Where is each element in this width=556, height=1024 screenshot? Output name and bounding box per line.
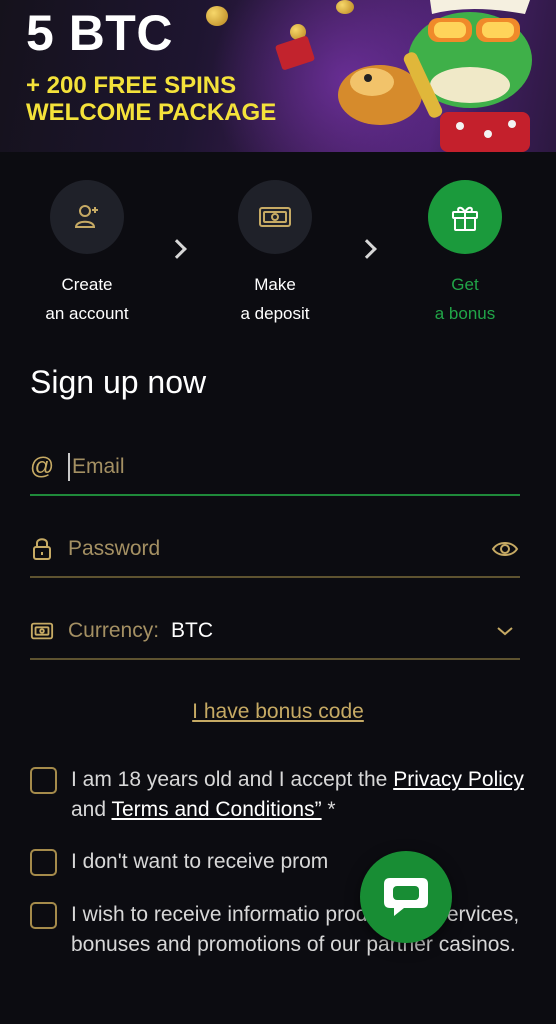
currency-value: BTC — [171, 619, 214, 642]
frog-mascot-illustration — [338, 0, 532, 152]
wallet-icon — [30, 619, 54, 643]
bonus-code-link[interactable]: I have bonus code — [0, 700, 556, 724]
currency-label: Currency: — [68, 619, 160, 642]
email-input[interactable] — [72, 455, 520, 479]
age-consent-prefix: I am 18 years old and I accept the — [71, 768, 394, 791]
step-label-line2: an account — [45, 304, 129, 323]
eye-icon[interactable] — [490, 534, 520, 564]
currency-select[interactable]: Currency: BTC — [30, 604, 520, 660]
terms-link[interactable]: Terms and Conditions” — [112, 798, 322, 821]
bonus-promo-text: + 200 FREE SPINS WELCOME PACKAGE — [26, 72, 276, 126]
text-cursor — [68, 453, 70, 481]
step-circle — [238, 180, 312, 254]
signup-title: Sign up now — [30, 364, 207, 400]
step-create-account: Create an account — [12, 180, 162, 328]
gift-icon — [452, 206, 478, 231]
step-label-line2: a bonus — [434, 304, 496, 323]
signup-steps: Create an account Make a deposit Get a b… — [0, 180, 556, 330]
coin-decoration — [206, 6, 228, 26]
required-mark: * — [321, 798, 336, 821]
lock-icon — [30, 537, 54, 561]
banknote-icon — [259, 207, 291, 227]
partner-info-checkbox[interactable] — [30, 902, 57, 929]
promo-line-1: + 200 FREE SPINS — [26, 72, 237, 99]
promo-optout-text: I don't want to receive prom — [71, 850, 329, 873]
at-sign-icon: @ — [29, 453, 55, 480]
step-circle-active — [428, 180, 502, 254]
step-circle — [50, 180, 124, 254]
privacy-policy-link[interactable]: Privacy Policy — [393, 768, 524, 791]
chevron-right-icon — [167, 239, 187, 259]
age-consent-checkbox-row[interactable]: I am 18 years old and I accept the Priva… — [30, 765, 530, 825]
chat-bubble-icon — [384, 878, 428, 916]
password-field-container[interactable] — [30, 522, 520, 578]
step-get-bonus: Get a bonus — [390, 180, 540, 328]
step-label-line1: Create — [61, 275, 113, 294]
age-consent-text: I am 18 years old and I accept the Priva… — [71, 765, 530, 825]
promo-optout-checkbox-row[interactable]: I don't want to receive prom — [30, 847, 530, 877]
chevron-down-icon[interactable] — [490, 616, 520, 646]
promo-optout-checkbox[interactable] — [30, 849, 57, 876]
user-add-icon — [74, 205, 98, 228]
password-input[interactable] — [68, 537, 490, 561]
age-consent-mid: and — [71, 798, 112, 821]
promo-line-2: WELCOME PACKAGE — [26, 99, 277, 126]
step-label-line1: Make — [254, 275, 296, 294]
step-make-deposit: Make a deposit — [200, 180, 350, 328]
chevron-right-icon — [357, 239, 377, 259]
email-field-container[interactable]: @ — [30, 440, 520, 496]
step-label-line1: Get — [451, 275, 479, 294]
step-label: Get a bonus — [390, 270, 540, 328]
step-label: Create an account — [12, 270, 162, 328]
age-consent-checkbox[interactable] — [30, 767, 57, 794]
live-chat-button[interactable] — [360, 851, 452, 943]
step-label-line2: a deposit — [240, 304, 310, 323]
bonus-amount: 5 BTC — [26, 5, 173, 61]
partner-info-checkbox-row[interactable]: I wish to receive informatio products or… — [30, 900, 530, 960]
partner-info-text: I wish to receive informatio products or… — [71, 903, 520, 956]
step-label: Make a deposit — [200, 270, 350, 328]
promo-banner[interactable]: 5 BTC + 200 FREE SPINS WELCOME PACKAGE — [0, 0, 556, 152]
